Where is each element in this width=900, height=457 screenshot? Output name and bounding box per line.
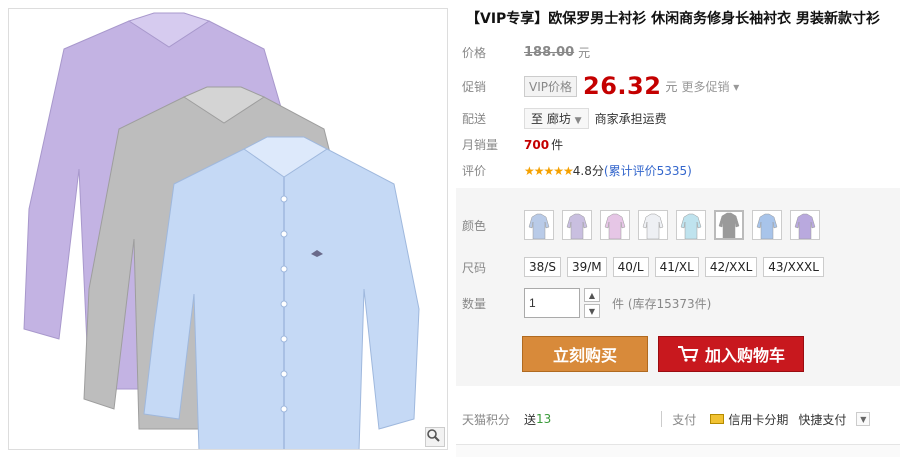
product-image (9, 9, 447, 449)
size-option[interactable]: 39/M (566, 257, 607, 277)
rating-stars: ★★★★★ (524, 163, 574, 178)
product-info-panel: 【VIP专享】欧保罗男士衬衫 休闲商务修身长袖衬衣 男装新款寸衫 价格 188.… (456, 0, 900, 457)
sales-label: 月销量 (462, 138, 499, 152)
color-swatch-sky[interactable] (676, 210, 706, 240)
quantity-input[interactable] (524, 288, 580, 318)
size-option[interactable]: 42/XXL (704, 257, 758, 277)
rating-label: 评价 (462, 164, 487, 178)
shirt-thumbnail (528, 213, 550, 239)
shirt-thumbnail (604, 213, 626, 239)
vip-price-tag: VIP价格 (524, 75, 577, 97)
color-swatch-lavender[interactable] (562, 210, 592, 240)
size-options: 38/S 39/M 40/L 41/XL 42/XXL 43/XXXL (524, 257, 830, 277)
shirt-thumbnail (642, 213, 664, 239)
payment-expand-button[interactable]: ▼ (856, 412, 871, 426)
shirt-thumbnail (756, 213, 778, 239)
credit-installment: 信用卡分期 (728, 412, 789, 427)
zoom-icon[interactable] (425, 427, 445, 447)
original-price: 188.00 (524, 45, 575, 60)
chevron-down-icon: ▾ (733, 79, 740, 94)
size-label: 尺码 (462, 260, 487, 275)
price-label: 价格 (462, 46, 487, 60)
shirt-thumbnail (794, 213, 816, 239)
reviews-link[interactable]: (累计评价5335) (604, 162, 692, 179)
color-swatch-gray[interactable] (714, 210, 744, 240)
buy-now-button[interactable]: 立刻购买 (522, 336, 648, 372)
promo-price: 26.32 (583, 72, 662, 100)
points-prefix: 送 (524, 412, 537, 427)
color-swatch-white[interactable] (638, 210, 668, 240)
more-promo-label: 更多促销 (681, 79, 730, 94)
size-option[interactable]: 43/XXXL (763, 257, 824, 277)
quantity-row: 数量 ▲ ▼ 件 (库存15373件) (462, 288, 711, 318)
payment-label: 支付 (672, 412, 697, 427)
color-swatch-light-blue[interactable] (524, 210, 554, 240)
product-image-gallery[interactable] (8, 8, 448, 450)
stock-info: 件 (库存15373件) (612, 296, 712, 311)
shipping-note: 商家承担运费 (594, 112, 667, 126)
increment-button[interactable]: ▲ (584, 288, 600, 302)
cart-icon (677, 346, 699, 362)
add-to-cart-button[interactable]: 加入购物车 (658, 336, 804, 372)
quantity-stepper: ▲ ▼ (584, 288, 600, 318)
credit-card-icon (710, 414, 725, 424)
quantity-label: 数量 (462, 296, 487, 311)
color-label: 颜色 (462, 218, 487, 233)
points-label: 天猫积分 (462, 412, 511, 427)
decrement-button[interactable]: ▼ (584, 304, 600, 318)
quick-pay: 快捷支付 (798, 412, 847, 427)
payment-points-row: 天猫积分 送 13 支付 信用卡分期 快捷支付 ▼ (456, 404, 900, 434)
sales-row: 月销量 700 件 (462, 136, 563, 153)
destination-select[interactable]: 至 廊坊 ▼ (524, 108, 589, 129)
price-unit: 元 (578, 46, 591, 60)
promo-row: 促销 VIP价格 26.32 元 更多促销 ▾ (462, 72, 739, 100)
size-option[interactable]: 41/XL (654, 257, 699, 277)
rating-row: 评价 ★★★★★ 4.8分 (累计评价5335) (462, 162, 692, 179)
points-value: 13 (536, 412, 552, 426)
promo-label: 促销 (462, 79, 487, 94)
size-option[interactable]: 38/S (524, 257, 561, 277)
sales-unit: 件 (551, 138, 564, 152)
color-swatches (524, 210, 828, 240)
sales-count: 700 (524, 137, 550, 152)
promo-unit: 元 (665, 79, 678, 94)
chevron-down-icon: ▼ (574, 116, 582, 126)
footer-divider (456, 444, 900, 457)
size-option[interactable]: 40/L (612, 257, 649, 277)
color-swatch-purple[interactable] (790, 210, 820, 240)
more-promo-link[interactable]: 更多促销 ▾ (681, 78, 739, 95)
rating-score: 4.8分 (572, 164, 604, 178)
price-row: 价格 188.00 元 (462, 44, 590, 61)
size-row: 尺码 38/S 39/M 40/L 41/XL 42/XXL 43/XXXL (462, 257, 830, 277)
add-to-cart-label: 加入购物车 (704, 346, 785, 365)
product-title: 【VIP专享】欧保罗男士衬衫 休闲商务修身长袖衬衣 男装新款寸衫 (466, 11, 881, 27)
destination-value: 至 廊坊 (531, 112, 571, 126)
delivery-row: 配送 至 廊坊 ▼ 商家承担运费 (462, 108, 667, 129)
delivery-label: 配送 (462, 112, 487, 126)
shirt-thumbnail (566, 213, 588, 239)
shirt-thumbnail (718, 212, 740, 238)
shirt-thumbnail (680, 213, 702, 239)
color-swatch-pink[interactable] (600, 210, 630, 240)
color-swatch-blue[interactable] (752, 210, 782, 240)
color-row: 颜色 (462, 210, 828, 240)
